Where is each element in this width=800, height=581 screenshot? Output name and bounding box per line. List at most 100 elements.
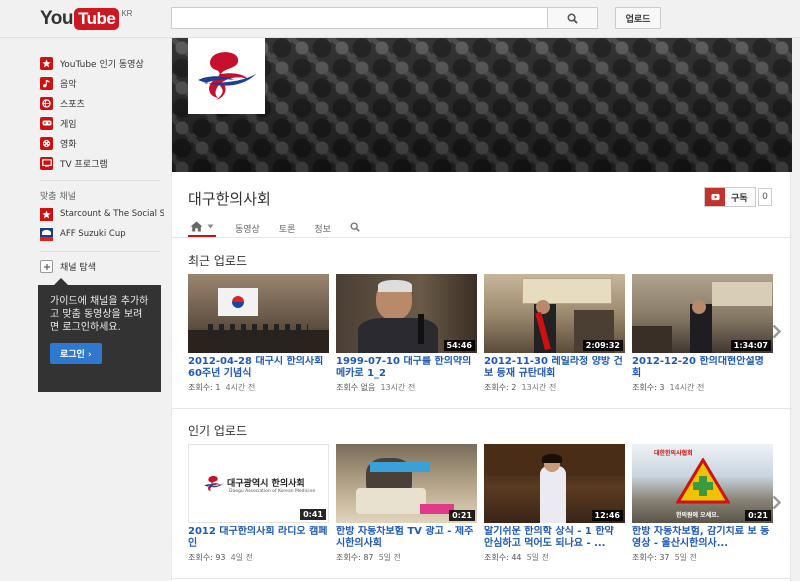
- video-meta: 조회수: 3 14시간 전: [632, 382, 773, 393]
- video-title[interactable]: 한방 자동차보험 TV 광고 - 제주시한의사회: [336, 526, 477, 550]
- film-icon: [40, 136, 53, 150]
- recent-next-arrow[interactable]: [772, 323, 782, 344]
- logo-you-text: You: [40, 8, 73, 29]
- video-thumbnail: 대구광역시 한의사회 Daegu Association of Korean M…: [188, 444, 329, 523]
- video-item[interactable]: 54:46 1999-07-10 대구를 한의약의 메카로 1_2 조회수 없음…: [336, 274, 477, 393]
- video-title[interactable]: 1999-07-10 대구를 한의약의 메카로 1_2: [336, 356, 477, 380]
- youtube-play-icon: [705, 188, 725, 206]
- video-item[interactable]: 12:46 알기쉬운 한의학 상식 - 1 한약 안심하고 먹어도 되나요 - …: [484, 444, 625, 563]
- video-views: 조회수: 37: [632, 553, 670, 562]
- video-age: 14시간 전: [669, 383, 705, 392]
- video-item[interactable]: 대구광역시 한의사회 Daegu Association of Korean M…: [188, 444, 329, 563]
- gamepad-icon: [40, 116, 53, 130]
- video-title[interactable]: 알기쉬운 한의학 상식 - 1 한약 안심하고 먹어도 되나요 - ...: [484, 526, 625, 550]
- video-item[interactable]: 0:21 한방 자동차보험 TV 광고 - 제주시한의사회 조회수: 87 5일…: [336, 444, 477, 563]
- chevron-down-icon: [207, 224, 214, 229]
- video-title[interactable]: 2012-12-20 한의대현안설명회: [632, 356, 773, 380]
- video-item[interactable]: 대한한의사협회 한의원에 오세요. 0:21 한방 자동차보험, 감기치료 보 …: [632, 444, 773, 563]
- starcount-avatar: [40, 207, 53, 221]
- search-icon: [567, 13, 578, 24]
- upload-button[interactable]: 업로드: [615, 7, 661, 29]
- video-duration: 54:46: [443, 340, 475, 351]
- popular-next-arrow[interactable]: [772, 494, 782, 515]
- daegu-logo-emblem: [204, 476, 224, 492]
- tab-videos[interactable]: 동영상: [235, 222, 260, 235]
- subscription-item-starcount[interactable]: Starcount & The Social St...: [40, 204, 165, 224]
- recent-uploads-title: 최근 업로드: [188, 254, 248, 268]
- video-age: 5일 전: [378, 553, 401, 562]
- star-icon: [40, 56, 53, 70]
- guide-item-label: 스포츠: [60, 99, 85, 110]
- video-title[interactable]: 2012 대구한의사회 라디오 캠페인: [188, 526, 329, 550]
- chevron-right-icon: [772, 495, 782, 510]
- video-thumbnail: 0:21: [336, 444, 477, 523]
- video-age: 13시간 전: [521, 383, 557, 392]
- video-thumbnail: 2:09:32: [484, 274, 625, 353]
- video-age: 5일 전: [674, 553, 697, 562]
- header: You Tube KR 업로드: [0, 0, 800, 38]
- signin-promo-text: 가이드에 채널을 추가하고 맞춤 동영상을 보려면 로그인하세요.: [50, 296, 149, 333]
- video-thumbnail: 12:46: [484, 444, 625, 523]
- video-title[interactable]: 2012-04-28 대구시 한의사회 60주년 기념식: [188, 356, 329, 380]
- video-item[interactable]: 2:09:32 2012-11-30 레일라정 양방 건보 등재 규탄대회 조회…: [484, 274, 625, 393]
- guide-item-gaming[interactable]: 게임: [40, 113, 165, 133]
- popular-uploads-title: 인기 업로드: [188, 424, 248, 438]
- search-button[interactable]: [548, 7, 598, 29]
- guide-item-sports[interactable]: 스포츠: [40, 93, 165, 113]
- guide-item-popular[interactable]: YouTube 인기 동영상: [40, 53, 165, 73]
- browse-channels-link[interactable]: 채널 탐색: [40, 260, 96, 273]
- channel-avatar[interactable]: [188, 38, 265, 114]
- subscribe-label: 구독: [731, 193, 748, 204]
- video-duration: 12:46: [591, 510, 623, 521]
- subscriptions-list: Starcount & The Social St... AFF Suzuki …: [40, 204, 165, 244]
- subscribe-button[interactable]: 구독: [704, 187, 756, 207]
- logo-tube-text: Tube: [73, 8, 120, 30]
- channel-tabs: 동영상 토론 정보: [188, 218, 379, 238]
- video-meta: 조회수: 37 5일 전: [632, 552, 773, 563]
- browse-channels-label: 채널 탐색: [60, 263, 96, 273]
- video-title[interactable]: 2012-11-30 레일라정 양방 건보 등재 규탄대회: [484, 356, 625, 380]
- guide-item-movies[interactable]: 영화: [40, 133, 165, 153]
- video-meta: 조회수: 44 5일 전: [484, 552, 625, 563]
- guide-sidebar: YouTube 인기 동영상 음악 스포츠 게임 영화 TV 프로그램 맞춤 채…: [0, 38, 171, 581]
- video-thumbnail: 대한한의사협회 한의원에 오세요. 0:21: [632, 444, 773, 523]
- video-duration: 0:41: [300, 509, 326, 520]
- video-age: 5일 전: [526, 553, 549, 562]
- plus-icon: [40, 260, 53, 273]
- tv-icon: [40, 156, 53, 170]
- video-meta: 조회수: 1 4시간 전: [188, 382, 329, 393]
- tab-discussion[interactable]: 토론: [279, 222, 296, 235]
- subscription-item-aff[interactable]: AFF Suzuki Cup: [40, 224, 165, 244]
- search-icon: [350, 221, 360, 232]
- tab-home[interactable]: [188, 218, 216, 238]
- signin-promo-tooltip: 가이드에 채널을 추가하고 맞춤 동영상을 보려면 로그인하세요. 로그인 ›: [38, 278, 161, 392]
- video-age: 13시간 전: [380, 383, 416, 392]
- tab-about[interactable]: 정보: [314, 222, 331, 235]
- video-duration: 0:21: [745, 510, 771, 521]
- logo-region: KR: [121, 9, 133, 18]
- video-views: 조회수 없음: [336, 383, 376, 392]
- video-item[interactable]: 2012-04-28 대구시 한의사회 60주년 기념식 조회수: 1 4시간 …: [188, 274, 329, 393]
- section-divider: [172, 578, 792, 579]
- subscription-label: Starcount & The Social St...: [60, 209, 164, 219]
- guide-item-label: 영화: [60, 139, 77, 150]
- video-views: 조회수: 2: [484, 383, 517, 392]
- video-duration: 2:09:32: [582, 340, 623, 351]
- tab-search[interactable]: [350, 221, 360, 235]
- thumb-sign-text: 한의원에 오세요.: [676, 512, 720, 519]
- chevron-right-icon: [772, 324, 782, 339]
- subscription-label: AFF Suzuki Cup: [60, 229, 126, 239]
- guide-item-tv[interactable]: TV 프로그램: [40, 153, 165, 173]
- login-button[interactable]: 로그인 ›: [50, 343, 102, 364]
- section-divider: [172, 408, 792, 409]
- youtube-logo[interactable]: You Tube KR: [40, 8, 132, 30]
- video-item[interactable]: 1:34:07 2012-12-20 한의대현안설명회 조회수: 3 14시간 …: [632, 274, 773, 393]
- thumb-org-name-en: Daegu Association of Korean Medicine: [229, 489, 316, 494]
- search-input[interactable]: [171, 7, 548, 29]
- guide-divider: [40, 251, 160, 252]
- video-title[interactable]: 한방 자동차보험, 감기치료 보 동영상 - 울산시한의사...: [632, 526, 773, 550]
- recent-uploads-row: 2012-04-28 대구시 한의사회 60주년 기념식 조회수: 1 4시간 …: [188, 274, 780, 393]
- guide-item-music[interactable]: 음악: [40, 73, 165, 93]
- video-meta: 조회수: 2 13시간 전: [484, 382, 625, 393]
- video-meta: 조회수: 93 4일 전: [188, 552, 329, 563]
